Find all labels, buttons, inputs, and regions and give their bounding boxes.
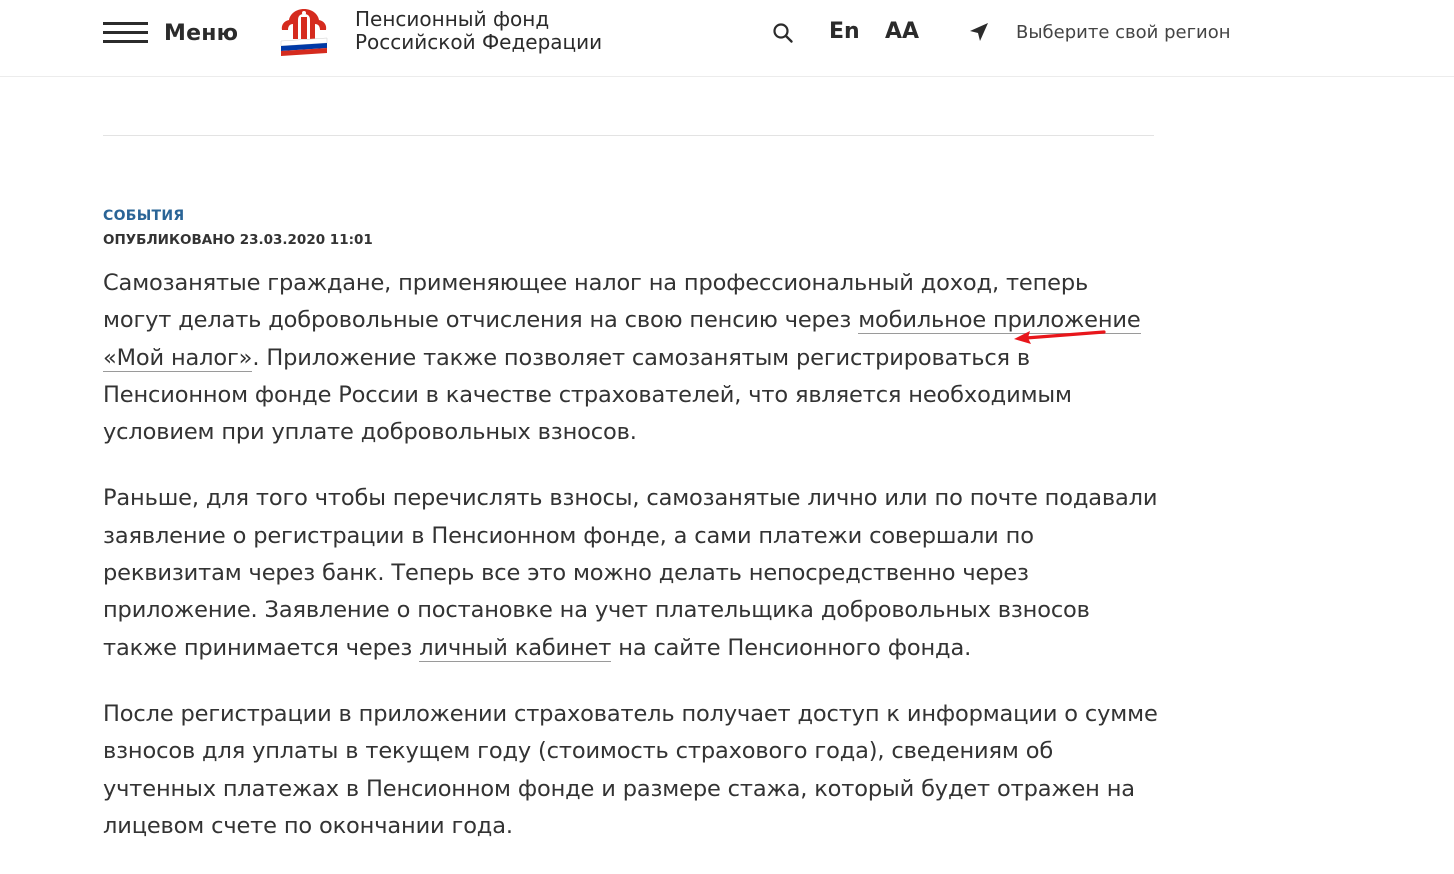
menu-label: Меню xyxy=(164,20,239,46)
content-divider xyxy=(103,135,1154,136)
published-date: ОПУБЛИКОВАНО 23.03.2020 11:01 xyxy=(103,232,373,248)
annotation-arrow-icon xyxy=(1014,330,1106,344)
org-name-line2: Российской Федерации xyxy=(355,30,603,54)
font-size-toggle[interactable]: AA xyxy=(885,19,919,44)
article-paragraph-2: Раньше, для того чтобы перечислять взнос… xyxy=(103,485,1158,662)
article-paragraph-3: После регистрации в приложении страховат… xyxy=(103,700,1158,839)
pfr-logo[interactable] xyxy=(278,5,330,57)
org-name[interactable]: Пенсионный фонд Российской Федерации xyxy=(355,8,635,54)
location-arrow-icon xyxy=(970,23,988,41)
region-selector[interactable]: Выберите свой регион xyxy=(968,21,1231,43)
language-switch[interactable]: En xyxy=(829,19,860,44)
site-header: Меню Пенсионный фонд Российской Федераци… xyxy=(0,0,1454,77)
category-link[interactable]: СОБЫТИЯ xyxy=(103,208,185,224)
article-body: Самозанятые граждане, применяющее налог … xyxy=(103,265,1163,874)
region-label: Выберите свой регион xyxy=(1016,21,1231,43)
org-name-line1: Пенсионный фонд xyxy=(355,7,550,31)
search-icon[interactable] xyxy=(772,22,794,44)
menu-button[interactable]: Меню xyxy=(103,18,238,48)
hamburger-icon xyxy=(103,21,148,45)
personal-account-link[interactable]: личный кабинет xyxy=(419,634,611,662)
article-paragraph-1: Самозанятые граждане, применяющее налог … xyxy=(103,270,1141,446)
